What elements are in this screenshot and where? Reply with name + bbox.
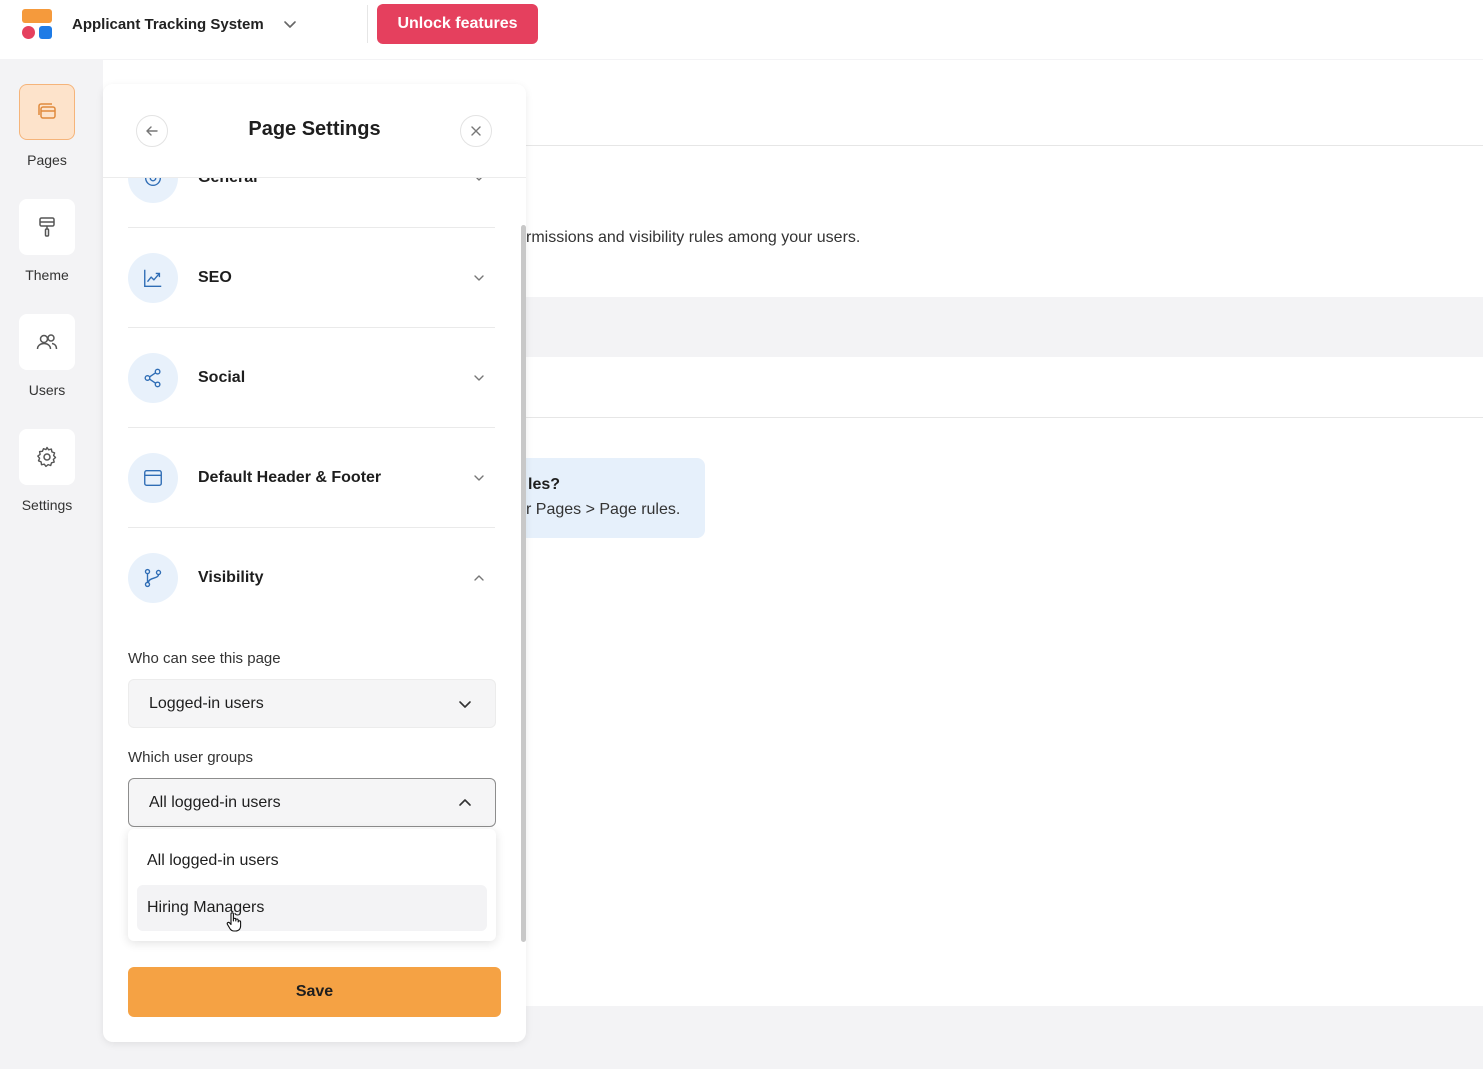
divider [367, 5, 368, 43]
option-hiring-managers[interactable]: Hiring Managers [137, 885, 487, 931]
who-can-see-select[interactable]: Logged-in users [128, 679, 496, 728]
section-icon-circle [128, 453, 178, 503]
share-icon [144, 368, 161, 388]
chevron-down-icon [459, 701, 471, 708]
layout-icon [144, 469, 162, 487]
chevron-down-icon[interactable] [282, 16, 298, 32]
users-icon [36, 334, 58, 350]
rail-item-pages[interactable]: Pages [0, 84, 94, 168]
chevron-up-icon [459, 799, 471, 806]
section-label-header-footer: Default Header & Footer [198, 469, 382, 486]
who-can-see-value: Logged-in users [149, 695, 264, 712]
rail-label-theme: Theme [25, 267, 69, 283]
users-tile[interactable] [19, 314, 75, 370]
section-label-general: General [198, 178, 258, 187]
section-header-footer[interactable]: Default Header & Footer [128, 428, 495, 528]
divider [526, 417, 1483, 418]
settings-tile[interactable] [19, 429, 75, 485]
section-seo[interactable]: SEO [128, 228, 495, 328]
section-label-visibility: Visibility [198, 569, 264, 586]
paint-roller-icon [39, 217, 55, 237]
section-visibility[interactable]: Visibility [128, 528, 495, 628]
rail-label-settings: Settings [21, 497, 73, 513]
top-bar: Applicant Tracking System Unlock feature… [0, 0, 1483, 59]
chart-line-icon [144, 269, 162, 287]
user-groups-label: Which user groups [128, 749, 254, 766]
pages-icon [38, 103, 56, 119]
unlock-features-button[interactable]: Unlock features [377, 4, 538, 44]
app-title[interactable]: Applicant Tracking System [72, 16, 264, 33]
gear-icon [144, 178, 162, 187]
theme-tile[interactable] [19, 199, 75, 255]
section-icon-circle [128, 353, 178, 403]
panel-header: Page Settings [103, 84, 526, 178]
section-icon-circle [128, 178, 178, 203]
close-icon [471, 126, 481, 136]
hand-cursor-icon [226, 912, 242, 932]
option-all-logged-in-users[interactable]: All logged-in users [137, 838, 487, 884]
option-label: Hiring Managers [147, 899, 265, 916]
user-groups-select[interactable]: All logged-in users [128, 778, 496, 827]
rail-item-theme[interactable]: Theme [0, 199, 94, 283]
info-callout-text: r Pages > Page rules. [526, 501, 681, 518]
section-social[interactable]: Social [128, 328, 495, 428]
section-general[interactable]: General [128, 178, 495, 228]
section-label-social: Social [198, 369, 246, 386]
rail-item-settings[interactable]: Settings [0, 429, 94, 513]
section-icon-circle [128, 553, 178, 603]
panel-scrollbar[interactable] [521, 225, 526, 942]
pages-tile[interactable] [19, 84, 75, 140]
gear-icon [37, 446, 57, 468]
divider [526, 145, 1483, 146]
save-button[interactable]: Save [128, 967, 501, 1017]
rail-label-users: Users [28, 382, 66, 398]
chevron-down-icon[interactable] [471, 178, 487, 186]
rail-item-users[interactable]: Users [0, 314, 94, 398]
who-can-see-label: Who can see this page [128, 650, 281, 667]
chevron-down-icon[interactable] [471, 270, 487, 286]
section-icon-circle [128, 253, 178, 303]
app-logo[interactable] [22, 9, 54, 41]
section-label-seo: SEO [198, 269, 232, 286]
option-label: All logged-in users [147, 852, 279, 869]
info-callout-title: les? [528, 476, 561, 493]
table-header-band [526, 297, 1483, 357]
user-groups-value: All logged-in users [149, 794, 281, 811]
page-description: rmissions and visibility rules among you… [526, 229, 861, 246]
page-settings-panel: Page Settings General SEO Social [103, 84, 526, 1042]
chevron-up-icon[interactable] [471, 570, 487, 586]
chevron-down-icon[interactable] [471, 370, 487, 386]
rail-label-pages: Pages [27, 152, 67, 168]
close-button[interactable] [460, 115, 492, 147]
info-callout [526, 458, 705, 538]
chevron-down-icon[interactable] [471, 470, 487, 486]
user-groups-dropdown: All logged-in users Hiring Managers [128, 829, 496, 941]
branch-icon [144, 568, 162, 588]
